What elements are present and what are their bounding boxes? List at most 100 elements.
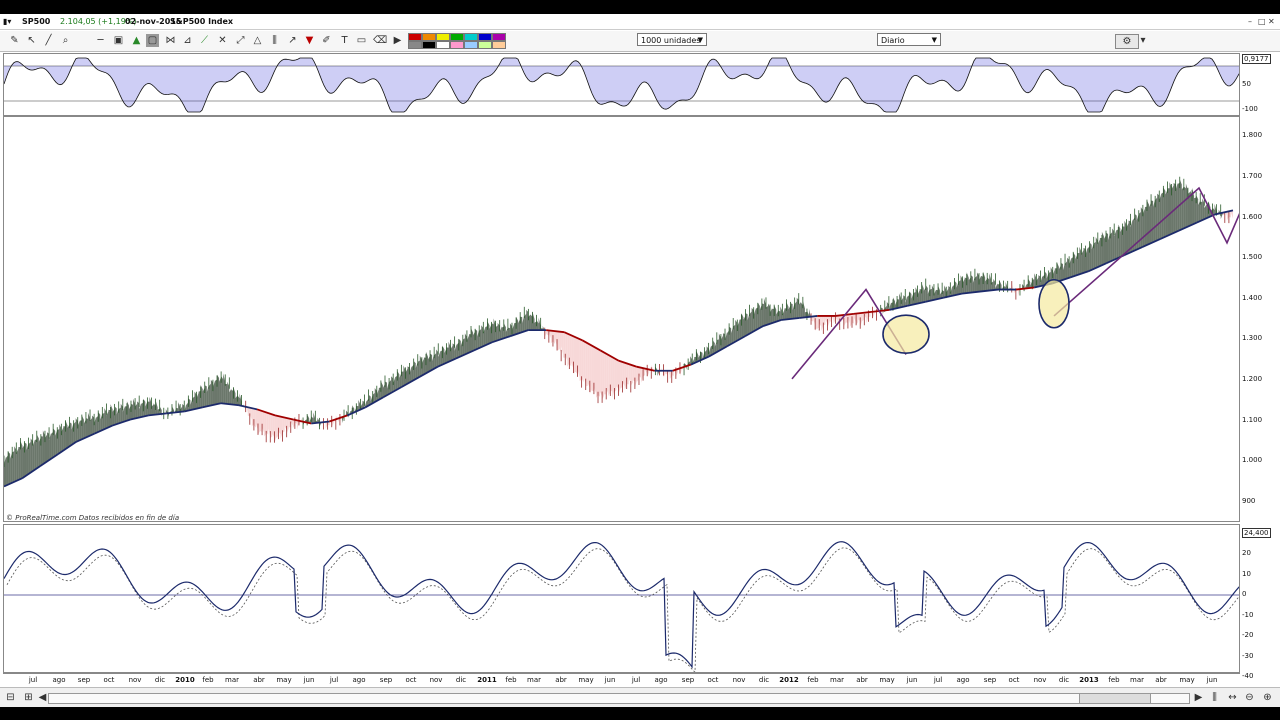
scroll-track[interactable]: [48, 693, 1190, 704]
month-label: jun: [604, 676, 616, 684]
color-swatch[interactable]: [492, 41, 506, 49]
cloud-segment: [579, 339, 582, 381]
scroll-bar[interactable]: ⊟ ⊞ ◀ ▶ ⫼ ↔ ⊖ ⊕: [0, 687, 1280, 707]
bottom-indicator-panel[interactable]: [3, 524, 1240, 673]
price-tick: 1.500: [1242, 253, 1263, 262]
cloud-segment: [598, 349, 601, 397]
highlight-circle: [882, 314, 930, 355]
rectangle-icon[interactable]: ▢: [146, 34, 159, 47]
overbought-fill: [4, 58, 1239, 112]
price-chart: [4, 176, 1239, 488]
month-label: nov: [1033, 676, 1047, 684]
oscillator-tick: -20: [1242, 631, 1254, 639]
cross-icon[interactable]: ✕: [216, 34, 229, 47]
bars-icon[interactable]: ⫼: [268, 34, 281, 47]
month-label: feb: [1108, 676, 1120, 684]
month-label: nov: [429, 676, 443, 684]
moving-average-line: [1016, 286, 1035, 291]
month-label: sep: [77, 676, 91, 684]
month-label: may: [276, 676, 292, 684]
scroll-thumb[interactable]: [1079, 694, 1151, 703]
top-indicator-axis: 0,9177 50 -100: [1240, 53, 1271, 116]
color-palette[interactable]: [408, 33, 508, 49]
chart-settings-icon[interactable]: ⚙: [1115, 34, 1139, 49]
top-current-value: 0,9177: [1242, 54, 1271, 64]
cloud-segment: [747, 312, 750, 335]
color-swatch[interactable]: [464, 41, 478, 49]
highlight-circle: [1038, 278, 1070, 329]
color-swatch[interactable]: [464, 33, 478, 41]
bar-style-icon[interactable]: ⫼: [1208, 691, 1221, 704]
month-label: ago: [956, 676, 970, 684]
minimize-button[interactable]: –: [1248, 17, 1252, 26]
cursor-icon[interactable]: ↖: [25, 34, 38, 47]
color-swatch[interactable]: [492, 33, 506, 41]
close-button[interactable]: ✕: [1268, 17, 1275, 26]
month-label: 2012: [779, 676, 799, 684]
color-swatch[interactable]: [422, 33, 436, 41]
zoom-in-icon[interactable]: ⊞: [22, 691, 35, 704]
fit-icon[interactable]: ↔: [1226, 691, 1239, 704]
watermark: © ProRealTime.com Datos recibidos en fin…: [6, 514, 180, 522]
price-tick: 1.400: [1242, 293, 1263, 302]
month-label: nov: [732, 676, 746, 684]
channel-icon[interactable]: ⟋: [198, 34, 211, 47]
text-icon[interactable]: T: [338, 34, 351, 47]
month-label: mar: [1130, 676, 1144, 684]
month-label: ago: [654, 676, 668, 684]
color-swatch[interactable]: [408, 41, 422, 49]
play-icon[interactable]: ▶: [391, 34, 404, 47]
color-swatch[interactable]: [478, 33, 492, 41]
period-dropdown[interactable]: Diario ▼: [877, 33, 941, 46]
cloud-segment: [1204, 204, 1207, 220]
scroll-right-icon[interactable]: ▶: [1192, 691, 1205, 704]
month-label: dic: [758, 676, 770, 684]
frame-icon[interactable]: ▭: [355, 34, 368, 47]
trash-icon[interactable]: ⌫: [373, 34, 387, 47]
down-arrow-icon[interactable]: ▼: [303, 34, 316, 47]
chart-icon[interactable]: ▮▾: [3, 17, 11, 26]
triangle-icon[interactable]: △: [251, 34, 264, 47]
cloud-segment: [1167, 188, 1170, 236]
price-panel[interactable]: © ProRealTime.com Datos recibidos en fin…: [3, 116, 1240, 522]
month-label: sep: [681, 676, 695, 684]
price-tick: 1.600: [1242, 212, 1263, 221]
maximize-button[interactable]: □: [1258, 17, 1266, 26]
settings-chevron-icon[interactable]: ▾: [1139, 34, 1147, 47]
color-swatch[interactable]: [436, 33, 450, 41]
moving-average-line: [871, 308, 890, 313]
line-icon[interactable]: ╱: [42, 34, 55, 47]
month-label: dic: [154, 676, 166, 684]
pen-icon[interactable]: ✐: [320, 34, 333, 47]
horizontal-line-icon[interactable]: ─: [94, 34, 107, 47]
zoom-out-icon[interactable]: ⊟: [4, 691, 17, 704]
color-swatch[interactable]: [422, 41, 436, 49]
color-swatch[interactable]: [408, 33, 422, 41]
color-swatch[interactable]: [436, 41, 450, 49]
fibonacci-icon[interactable]: ⋈: [164, 34, 177, 47]
oscillator-tick: -40: [1242, 672, 1254, 680]
color-swatch[interactable]: [478, 41, 492, 49]
zoom-icon[interactable]: ⌕: [59, 34, 72, 47]
cloud-segment: [1149, 202, 1152, 245]
color-swatch[interactable]: [450, 33, 464, 41]
month-label: oct: [1008, 676, 1020, 684]
pointer-icon[interactable]: ↗: [286, 34, 299, 47]
symbol-label[interactable]: SP500: [22, 17, 50, 26]
oscillator-line: [4, 541, 1239, 669]
magnifier-minus-icon[interactable]: ⊖: [1243, 691, 1256, 704]
month-label: jul: [933, 676, 943, 684]
fan-icon[interactable]: ⊿: [181, 34, 194, 47]
month-label: jun: [1206, 676, 1218, 684]
magnifier-plus-icon[interactable]: ⊕: [1261, 691, 1274, 704]
color-swatch[interactable]: [450, 41, 464, 49]
units-dropdown[interactable]: 1000 unidades ▼: [637, 33, 707, 46]
arrows-icon[interactable]: ⤢: [234, 34, 247, 47]
up-arrow-icon[interactable]: ▲: [130, 34, 143, 47]
pencil-icon[interactable]: ✎: [8, 34, 21, 47]
cloud-segment: [559, 331, 562, 353]
lock-icon[interactable]: ▣: [112, 34, 125, 47]
top-indicator-panel[interactable]: [3, 53, 1240, 116]
month-label: oct: [103, 676, 115, 684]
month-label: abr: [253, 676, 265, 684]
